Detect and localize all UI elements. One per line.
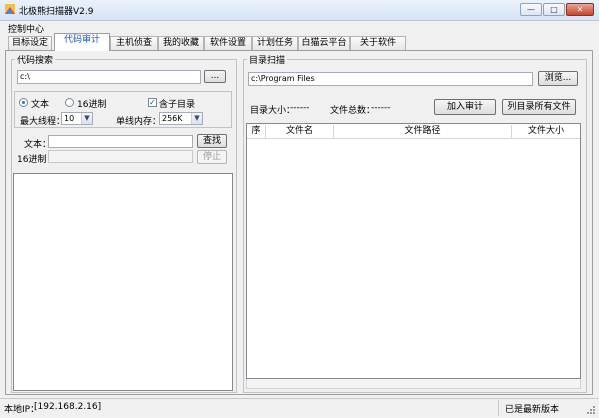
- mode-text-label: 文本: [31, 100, 50, 110]
- hex-search-input[interactable]: [48, 150, 193, 163]
- find-button[interactable]: 查找: [197, 134, 227, 148]
- mode-hex-radio[interactable]: [65, 98, 74, 107]
- tab-cloud-platform[interactable]: 白猫云平台: [298, 36, 350, 50]
- file-list[interactable]: [246, 123, 581, 379]
- text-search-label: 文本：: [24, 140, 52, 150]
- tab-host-recon[interactable]: 主机侦查: [110, 36, 158, 50]
- text-search-input[interactable]: [48, 135, 193, 148]
- mode-hex-label: 16进制: [77, 100, 107, 110]
- code-search-browse-button[interactable]: ...: [204, 70, 226, 83]
- status-bar: 本地IP： [192.168.2.16] 已是最新版本: [0, 398, 599, 418]
- memory-label: 单线内存：: [116, 117, 162, 127]
- dir-scan-title: 目录扫描: [247, 53, 288, 66]
- memory-select[interactable]: 256K ▼: [159, 112, 203, 125]
- max-threads-label: 最大线程：: [20, 117, 66, 127]
- local-ip-value: [192.168.2.16]: [34, 402, 102, 412]
- include-subdirs-label: 含子目录: [159, 100, 196, 110]
- app-icon: [5, 4, 15, 14]
- search-results-area[interactable]: [13, 173, 233, 391]
- tab-scheduled-tasks[interactable]: 计划任务: [252, 36, 298, 50]
- tab-code-audit[interactable]: 代码审计: [54, 33, 110, 51]
- max-threads-value: 10: [64, 114, 75, 123]
- horizontal-scrollbar[interactable]: [246, 379, 581, 389]
- dir-browse-button[interactable]: 浏览...: [538, 71, 578, 86]
- resize-grip-icon[interactable]: [586, 405, 596, 415]
- chevron-down-icon: ▼: [81, 113, 92, 124]
- status-divider: [498, 400, 499, 416]
- max-threads-select[interactable]: 10 ▼: [61, 112, 93, 125]
- stop-button[interactable]: 停止: [197, 150, 227, 164]
- dir-scan-path-input[interactable]: c:\Program Files: [248, 72, 533, 86]
- chevron-down-icon: ▼: [191, 113, 202, 124]
- column-header-filepath[interactable]: 文件路径: [334, 125, 512, 139]
- file-count-label: 文件总数：: [330, 106, 376, 116]
- code-search-path-input[interactable]: c:\: [17, 70, 201, 84]
- maximize-button[interactable]: □: [543, 3, 565, 16]
- dir-size-label: 目录大小：: [250, 106, 296, 116]
- tab-favorites[interactable]: 我的收藏: [158, 36, 204, 50]
- add-audit-button[interactable]: 加入审计: [434, 99, 496, 115]
- title-bar: 北极熊扫描器V2.9 — □ ✕: [0, 0, 599, 21]
- minimize-button[interactable]: —: [520, 3, 542, 16]
- tab-target-settings[interactable]: 目标设定: [8, 36, 52, 50]
- menu-control-center[interactable]: 控制中心: [8, 22, 44, 35]
- file-count-value: ------: [371, 103, 391, 113]
- column-header-index[interactable]: 序: [247, 125, 266, 139]
- tab-about[interactable]: 关于软件: [350, 36, 406, 50]
- column-header-filesize[interactable]: 文件大小: [512, 125, 580, 139]
- window-title: 北极熊扫描器V2.9: [19, 7, 94, 17]
- include-subdirs-checkbox[interactable]: ✓: [148, 98, 157, 107]
- code-search-title: 代码搜索: [15, 53, 56, 66]
- close-button[interactable]: ✕: [566, 3, 594, 16]
- list-all-files-button[interactable]: 列目录所有文件: [502, 99, 576, 115]
- version-status: 已是最新版本: [505, 405, 560, 415]
- column-header-filename[interactable]: 文件名: [266, 125, 334, 139]
- memory-value: 256K: [162, 114, 183, 123]
- dir-size-value: ------: [290, 103, 310, 113]
- tab-software-settings[interactable]: 软件设置: [204, 36, 252, 50]
- mode-text-radio[interactable]: [19, 98, 28, 107]
